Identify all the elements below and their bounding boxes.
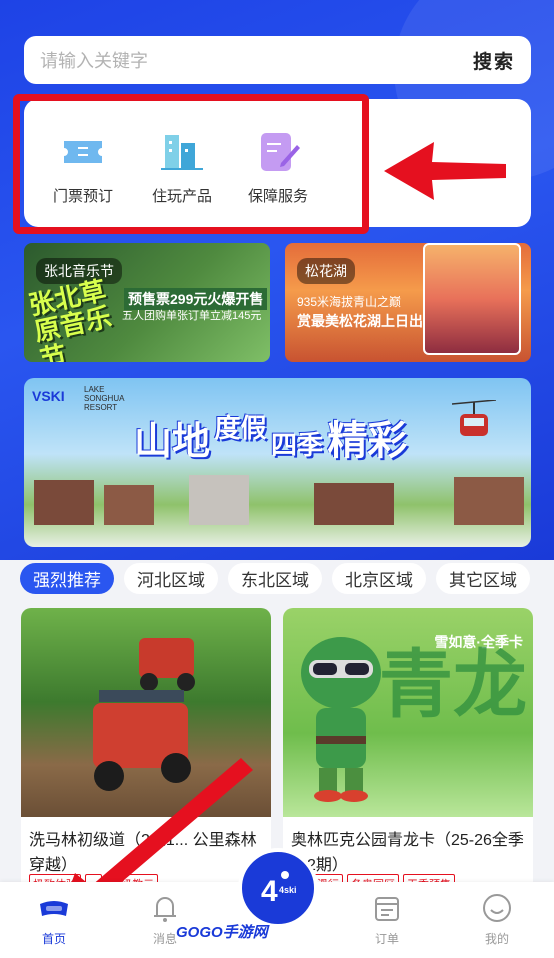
- banner-zhangbei-music[interactable]: 张北音乐节 张北草原音乐节 预售票299元火爆开售 五人团购单张订单立减145元: [24, 243, 270, 362]
- resort-buildings-illustration: [34, 475, 524, 525]
- tab-home[interactable]: 首页: [24, 892, 84, 947]
- banner-price-line: 预售票299元火爆开售: [124, 288, 268, 310]
- banner-tag: 松花湖: [297, 258, 355, 284]
- search-input[interactable]: 请输入关键字: [40, 47, 473, 73]
- headline-word: 精彩: [327, 419, 408, 463]
- center-action-button[interactable]: 4 4ski: [238, 848, 318, 928]
- resort-logo-text: LAKE SONGHUA RESORT: [84, 385, 125, 412]
- product-title: 奥林匹克公园青龙卡（25-26全季卡2期）: [291, 832, 524, 874]
- vski-logo: VSKI: [32, 388, 65, 404]
- tab-northeast[interactable]: 东北区域: [228, 563, 322, 594]
- watermark-text: GOGO手游网: [176, 924, 268, 941]
- tab-profile[interactable]: 我的: [467, 892, 527, 947]
- tab-recommended[interactable]: 强烈推荐: [20, 563, 114, 594]
- product-card[interactable]: 雪如意·全季卡 青龙 奥林匹克公园青龙卡（25-26全季卡2期） 畅享滑行 冬奥…: [283, 608, 533, 898]
- search-button[interactable]: 搜索: [473, 47, 515, 74]
- tab-orders[interactable]: 订单: [357, 892, 417, 947]
- tab-label: 订单: [374, 932, 399, 946]
- banner-headline: 张北草原音乐节: [26, 275, 115, 362]
- tab-other[interactable]: 其它区域: [436, 563, 530, 594]
- banner-subtitle: 935米海拔青山之巅: [297, 295, 402, 309]
- 4ski-logo-icon: 4 4ski: [261, 871, 297, 908]
- product-image: 雪如意·全季卡 青龙: [283, 608, 533, 817]
- banner-vski-resort[interactable]: VSKI LAKE SONGHUA RESORT 山地 度假 四季 精彩: [24, 378, 531, 547]
- banner-promo-line: 五人团购单张订单立减145元: [122, 310, 262, 322]
- tab-label: 消息: [152, 932, 177, 946]
- tab-label: 我的: [484, 932, 509, 946]
- headline-word: 山地: [134, 421, 211, 463]
- banner-songhua-lake[interactable]: 松花湖 935米海拔青山之巅 赏最美松花湖上日出: [285, 243, 531, 362]
- banner-title: 赏最美松花湖上日出: [297, 313, 423, 329]
- search-bar[interactable]: 请输入关键字 搜索: [24, 36, 531, 84]
- profile-icon: [481, 892, 513, 924]
- headline-word: 四季: [270, 430, 323, 460]
- calendar-icon: [371, 892, 403, 924]
- goggles-icon: [38, 892, 70, 924]
- tab-beijing[interactable]: 北京区域: [332, 563, 426, 594]
- product-big-text: 青龙: [379, 643, 527, 726]
- tab-label: 首页: [41, 932, 66, 946]
- center-button-label: 4ski: [279, 885, 297, 895]
- dragon-mascot-icon: [301, 637, 381, 802]
- banner-photo: [423, 243, 521, 355]
- bell-icon: [149, 892, 181, 924]
- annotation-highlight-box: [13, 94, 369, 234]
- cable-car-icon: [452, 400, 496, 436]
- banner-headline: 山地 度假 四季 精彩: [134, 408, 407, 466]
- annotation-arrow-icon: [384, 142, 506, 200]
- region-tabs: 强烈推荐 河北区域 东北区域 北京区域 其它区域: [20, 563, 530, 594]
- headline-word: 度假: [214, 413, 267, 443]
- tab-hebei[interactable]: 河北区域: [124, 563, 218, 594]
- svg-text:4: 4: [261, 875, 278, 908]
